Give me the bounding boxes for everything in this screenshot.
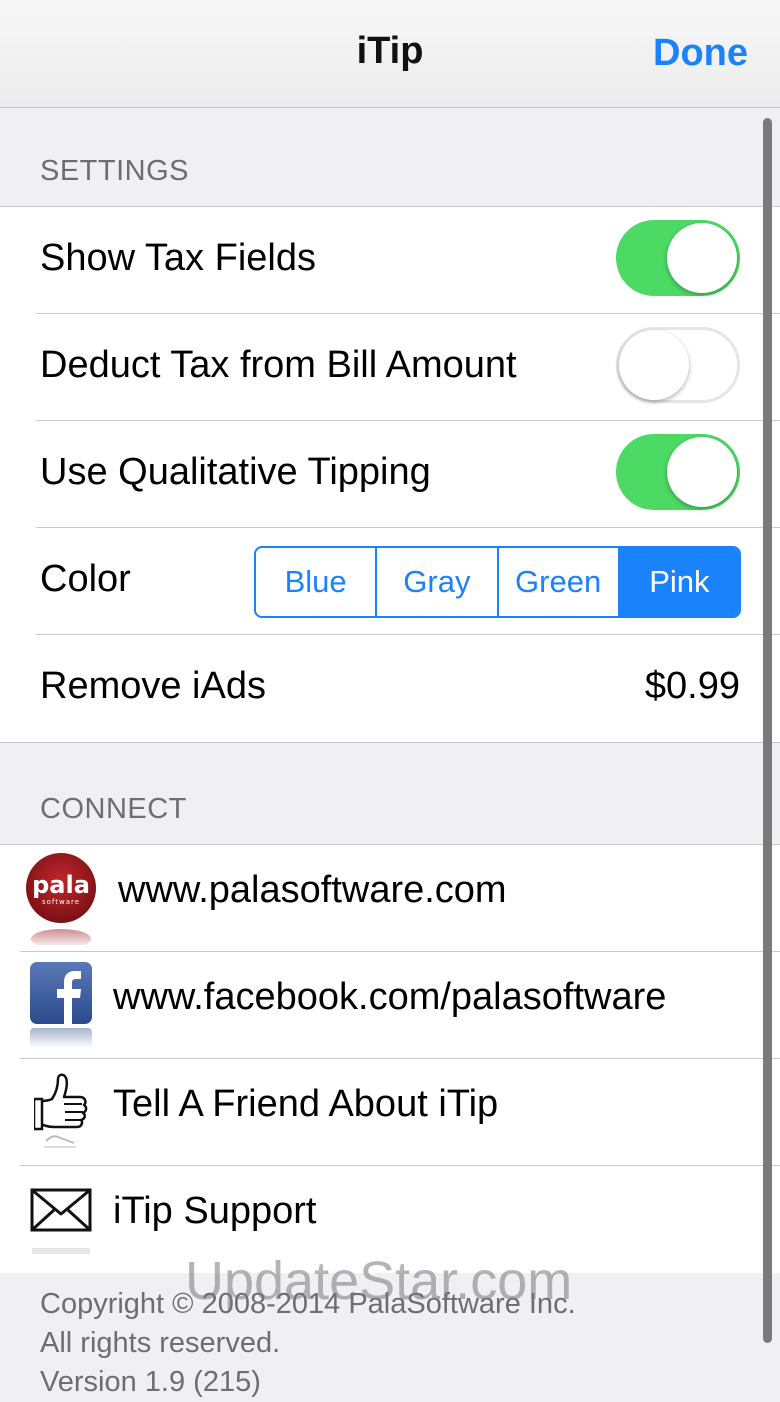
show-tax-fields-label: Show Tax Fields [40, 237, 316, 279]
connect-item-facebook-label: www.facebook.com/palasoftware [113, 976, 667, 1018]
rights-line: All rights reserved. [40, 1327, 281, 1359]
section-header-connect: CONNECT [40, 793, 187, 825]
done-button[interactable]: Done [653, 32, 748, 75]
connect-item-tell-friend[interactable]: Tell A Friend About iTip [0, 1059, 780, 1166]
color-option-blue[interactable]: Blue [256, 548, 378, 616]
connect-item-support-label: iTip Support [113, 1190, 317, 1232]
connect-item-tell-friend-label: Tell A Friend About iTip [113, 1083, 499, 1125]
deduct-tax-label: Deduct Tax from Bill Amount [40, 344, 517, 386]
version-line: Version 1.9 (215) [40, 1366, 261, 1398]
color-option-gray[interactable]: Gray [377, 548, 499, 616]
qualitative-tipping-label: Use Qualitative Tipping [40, 451, 431, 493]
color-label: Color [40, 558, 131, 600]
deduct-tax-row: Deduct Tax from Bill Amount [0, 314, 780, 421]
connect-item-facebook[interactable]: www.facebook.com/palasoftware [0, 952, 780, 1059]
settings-group: Show Tax Fields Deduct Tax from Bill Amo… [0, 206, 780, 743]
toggle-knob [667, 223, 737, 293]
show-tax-fields-toggle[interactable] [616, 220, 740, 296]
remove-ads-row[interactable]: Remove iAds $0.99 [0, 635, 780, 742]
connect-item-website-label: www.palasoftware.com [118, 869, 507, 911]
scrollbar[interactable] [763, 118, 772, 1343]
pala-logo-text: pala [32, 871, 90, 899]
pala-logo-subtext: software [42, 898, 80, 906]
toggle-knob [667, 437, 737, 507]
navigation-bar: iTip Done [0, 0, 780, 108]
facebook-icon [30, 962, 94, 1054]
remove-ads-label: Remove iAds [40, 665, 266, 707]
deduct-tax-toggle[interactable] [616, 327, 740, 403]
envelope-icon [30, 1186, 94, 1278]
qualitative-tipping-toggle[interactable] [616, 434, 740, 510]
color-option-pink[interactable]: Pink [619, 548, 739, 616]
remove-ads-price: $0.99 [644, 665, 740, 707]
color-segmented-control: Blue Gray Green Pink [254, 546, 741, 618]
qualitative-tipping-row: Use Qualitative Tipping [0, 421, 780, 528]
toggle-knob [619, 330, 689, 400]
pala-logo-icon: pala software [24, 853, 98, 949]
connect-group: pala software www.palasoftware.com www.f… [0, 844, 780, 1273]
color-row: Color Blue Gray Green Pink [0, 528, 780, 635]
show-tax-fields-row: Show Tax Fields [0, 207, 780, 314]
section-header-settings: SETTINGS [40, 155, 190, 187]
watermark-text: UpdateStar.com [185, 1251, 573, 1311]
color-option-green[interactable]: Green [499, 548, 620, 616]
connect-item-website[interactable]: pala software www.palasoftware.com [0, 845, 780, 952]
thumbs-up-icon [32, 1071, 90, 1163]
